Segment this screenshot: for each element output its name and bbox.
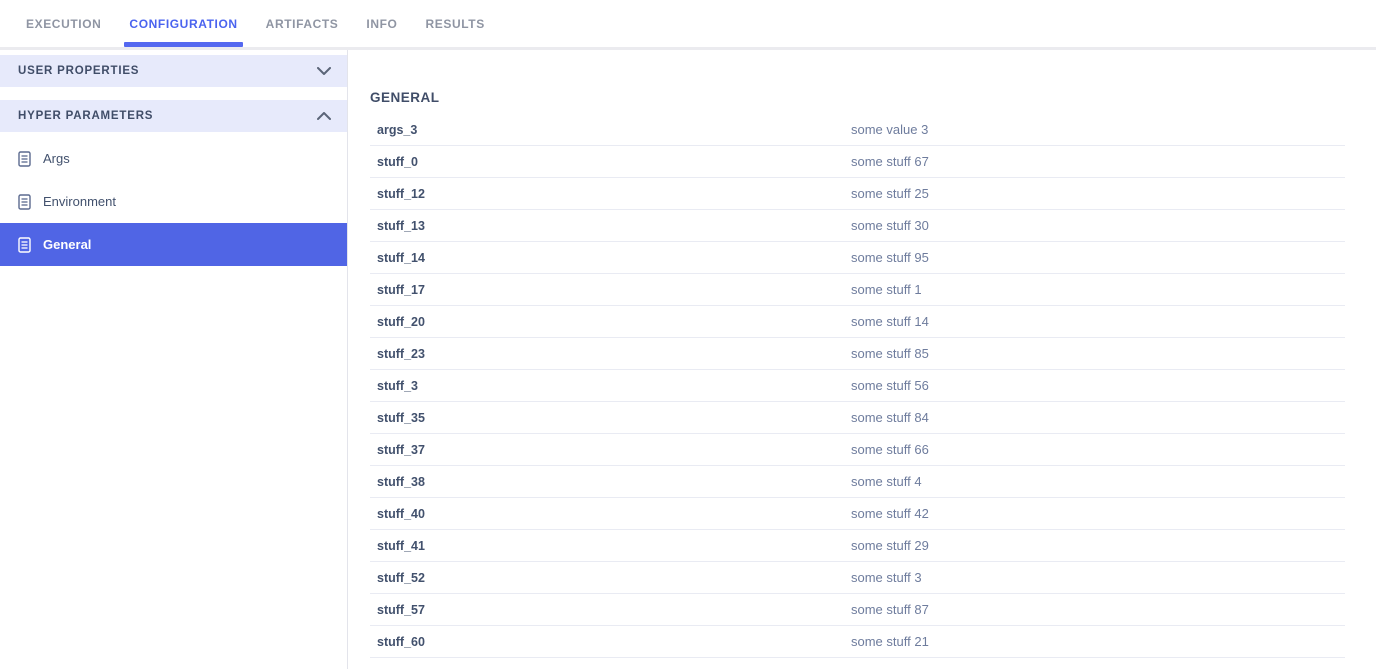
param-table: args_3 some value 3 stuff_0 some stuff 6… [370,114,1345,658]
param-row: stuff_40 some stuff 42 [370,498,1345,530]
param-key: stuff_57 [377,603,851,617]
param-value: some stuff 56 [851,378,1345,393]
tab-info[interactable]: INFO [364,0,399,47]
param-key: args_3 [377,123,851,137]
param-row: stuff_41 some stuff 29 [370,530,1345,562]
param-value: some stuff 85 [851,346,1345,361]
sidebar-item-environment[interactable]: Environment [0,180,347,223]
param-row: stuff_13 some stuff 30 [370,210,1345,242]
tab-bar: EXECUTION CONFIGURATION ARTIFACTS INFO R… [0,0,1376,50]
param-value: some stuff 87 [851,602,1345,617]
param-value: some stuff 1 [851,282,1345,297]
param-value: some stuff 3 [851,570,1345,585]
sidebar-section-user-properties[interactable]: USER PROPERTIES [0,55,347,87]
sidebar-item-label: Environment [43,194,116,209]
param-key: stuff_20 [377,315,851,329]
param-row: stuff_17 some stuff 1 [370,274,1345,306]
content-shell: USER PROPERTIES HYPER PARAMETERS Args [0,50,1376,669]
sidebar: USER PROPERTIES HYPER PARAMETERS Args [0,50,348,669]
document-icon [18,194,31,210]
param-value: some stuff 30 [851,218,1345,233]
param-value: some stuff 95 [851,250,1345,265]
param-key: stuff_14 [377,251,851,265]
param-key: stuff_35 [377,411,851,425]
sidebar-section-label: HYPER PARAMETERS [18,110,153,122]
sidebar-section-label: USER PROPERTIES [18,65,139,77]
param-row: stuff_35 some stuff 84 [370,402,1345,434]
param-row: stuff_14 some stuff 95 [370,242,1345,274]
param-key: stuff_12 [377,187,851,201]
param-row: stuff_38 some stuff 4 [370,466,1345,498]
param-value: some stuff 84 [851,410,1345,425]
param-row: stuff_37 some stuff 66 [370,434,1345,466]
param-row: stuff_60 some stuff 21 [370,626,1345,658]
param-value: some stuff 25 [851,186,1345,201]
sidebar-item-label: Args [43,151,70,166]
param-row: stuff_20 some stuff 14 [370,306,1345,338]
param-row: stuff_57 some stuff 87 [370,594,1345,626]
chevron-down-icon [317,67,331,75]
param-key: stuff_41 [377,539,851,553]
param-key: stuff_0 [377,155,851,169]
document-icon [18,237,31,253]
param-value: some stuff 66 [851,442,1345,457]
tab-results[interactable]: RESULTS [423,0,486,47]
param-key: stuff_60 [377,635,851,649]
param-value: some stuff 21 [851,634,1345,649]
param-value: some stuff 67 [851,154,1345,169]
param-key: stuff_17 [377,283,851,297]
tab-label: CONFIGURATION [129,17,237,31]
param-key: stuff_38 [377,475,851,489]
tab-label: INFO [366,17,397,31]
param-key: stuff_3 [377,379,851,393]
param-key: stuff_52 [377,571,851,585]
tab-configuration[interactable]: CONFIGURATION [127,0,239,47]
param-value: some stuff 42 [851,506,1345,521]
param-value: some stuff 14 [851,314,1345,329]
tab-artifacts[interactable]: ARTIFACTS [264,0,341,47]
param-value: some stuff 4 [851,474,1345,489]
document-icon [18,151,31,167]
param-key: stuff_13 [377,219,851,233]
param-value: some stuff 29 [851,538,1345,553]
chevron-up-icon [317,112,331,120]
param-key: stuff_40 [377,507,851,521]
sidebar-item-args[interactable]: Args [0,137,347,180]
page-title: GENERAL [370,90,1345,105]
sidebar-item-general[interactable]: General [0,223,347,266]
param-value: some value 3 [851,122,1345,137]
tab-label: RESULTS [425,17,484,31]
param-row: stuff_52 some stuff 3 [370,562,1345,594]
tab-execution[interactable]: EXECUTION [24,0,103,47]
param-row: stuff_12 some stuff 25 [370,178,1345,210]
main-panel: GENERAL args_3 some value 3 stuff_0 some… [348,50,1376,669]
param-key: stuff_23 [377,347,851,361]
param-row: args_3 some value 3 [370,114,1345,146]
sidebar-item-label: General [43,237,91,252]
sidebar-section-hyper-parameters[interactable]: HYPER PARAMETERS [0,100,347,132]
tab-label: EXECUTION [26,17,101,31]
tab-label: ARTIFACTS [266,17,339,31]
param-row: stuff_23 some stuff 85 [370,338,1345,370]
param-row: stuff_0 some stuff 67 [370,146,1345,178]
param-key: stuff_37 [377,443,851,457]
param-row: stuff_3 some stuff 56 [370,370,1345,402]
